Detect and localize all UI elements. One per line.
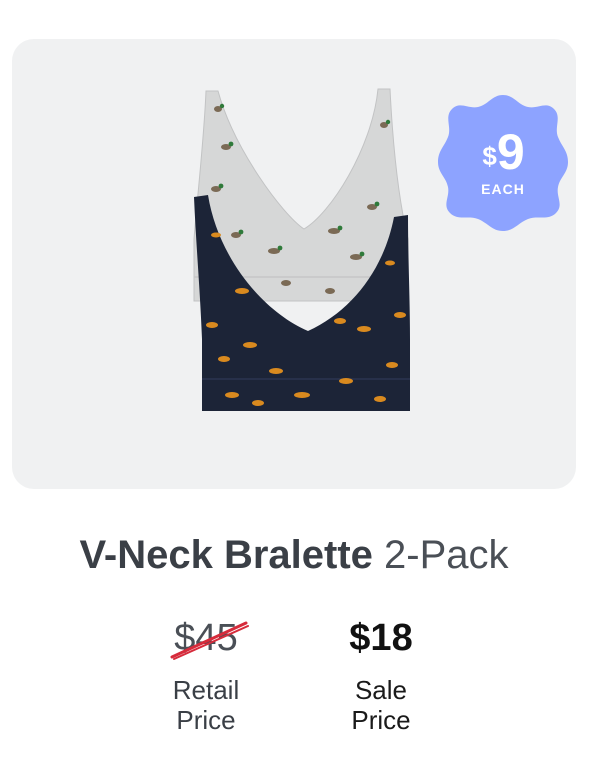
- badge-currency: $: [482, 141, 497, 171]
- retail-label-line2: Price: [176, 705, 236, 735]
- retail-price-label: Retail Price: [126, 675, 286, 735]
- product-image-panel[interactable]: $9 EACH: [12, 39, 576, 489]
- product-card[interactable]: $9 EACH V-Neck Bralette 2-Pack $45 Retai…: [0, 0, 600, 768]
- sale-price-block: $18 Sale Price: [301, 615, 461, 735]
- retail-label-line1: Retail: [172, 675, 240, 705]
- product-name: V-Neck Bralette: [79, 533, 373, 577]
- price-each-badge: $9 EACH: [438, 91, 568, 233]
- badge-price: $9: [438, 125, 568, 179]
- retail-price-wrapper: $45: [170, 615, 250, 661]
- badge-amount: 9: [496, 124, 525, 180]
- product-pack: 2-Pack: [384, 533, 509, 577]
- retail-price-block: $45 Retail Price: [126, 615, 286, 735]
- sale-label-line2: Price: [351, 705, 411, 735]
- product-title[interactable]: V-Neck Bralette 2-Pack: [0, 530, 588, 580]
- badge-each-label: EACH: [481, 181, 525, 197]
- sale-price: $18: [349, 617, 413, 659]
- strikethrough-mark: [170, 621, 250, 660]
- sale-price-label: Sale Price: [301, 675, 461, 735]
- sale-label-line1: Sale: [354, 675, 408, 705]
